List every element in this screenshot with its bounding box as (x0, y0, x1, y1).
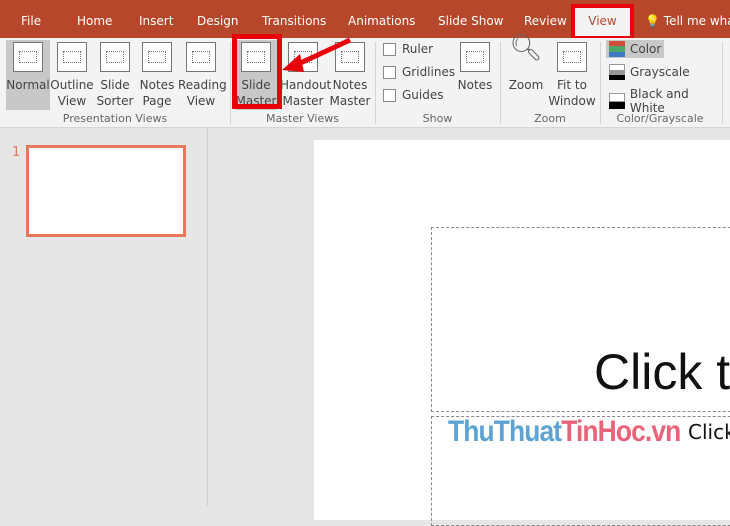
tab-design[interactable]: Design (197, 14, 238, 28)
zoom-button[interactable]: 🔍︎ Zoom (505, 33, 547, 110)
tab-insert[interactable]: Insert (139, 14, 173, 28)
checkbox-box (383, 42, 396, 56)
gridlines-checkbox[interactable]: Gridlines (383, 65, 455, 79)
divider (722, 42, 723, 124)
normal-view-icon (13, 42, 43, 72)
tab-slide-show[interactable]: Slide Show (438, 14, 503, 28)
magnifier-icon: 🔍︎ (509, 33, 543, 63)
notes-page-button[interactable]: Notes Page (136, 40, 178, 110)
checkbox-box (383, 88, 396, 102)
normal-view-button[interactable]: Normal (6, 40, 50, 110)
tab-view[interactable]: View (571, 4, 634, 40)
slide-number: 1 (12, 145, 21, 160)
slide-sorter-icon (100, 42, 130, 72)
ribbon: Normal Outline View Slide Sorter Notes Page… (0, 33, 730, 128)
notes-icon (460, 42, 490, 72)
black-white-swatch-icon (609, 93, 625, 109)
guides-checkbox[interactable]: Guides (383, 88, 444, 102)
outline-view-icon (57, 42, 87, 72)
notes-page-icon (142, 42, 172, 72)
slide-thumbnail[interactable] (26, 145, 186, 237)
grayscale-swatch-icon (609, 64, 625, 81)
lightbulb-icon: 💡 (645, 14, 660, 28)
reading-view-button[interactable]: Reading View (178, 40, 227, 110)
reading-view-icon (186, 42, 216, 72)
tell-me-search[interactable]: 💡 Tell me what (645, 14, 730, 28)
red-arrow-annotation (282, 37, 352, 72)
grayscale-button[interactable]: Grayscale (606, 63, 693, 81)
ruler-checkbox[interactable]: Ruler (383, 42, 433, 56)
outline-view-button[interactable]: Outline View (50, 40, 94, 110)
tab-home[interactable]: Home (77, 14, 112, 28)
tab-review[interactable]: Review (524, 14, 567, 28)
watermark-logo: ThuThuatTinHoc.vn (448, 415, 681, 448)
fit-to-window-icon (557, 42, 587, 72)
notes-button[interactable]: Notes (455, 40, 495, 110)
slide-canvas[interactable]: Click t Click (314, 140, 730, 526)
group-label-show: Show (422, 112, 453, 125)
fit-to-window-button[interactable]: Fit to Window (548, 40, 596, 110)
tab-file[interactable]: File (21, 14, 41, 28)
group-label-master-views: Master Views (266, 112, 339, 125)
checkbox-box (383, 65, 396, 79)
title-placeholder[interactable]: Click t (431, 227, 730, 412)
group-label-zoom: Zoom (534, 112, 566, 125)
color-swatch-icon (609, 41, 625, 57)
color-button[interactable]: Color (606, 40, 665, 58)
tab-animations[interactable]: Animations (348, 14, 415, 28)
highlight-box (232, 34, 282, 109)
group-label-presentation-views: Presentation Views (62, 112, 168, 125)
group-label-color-grayscale: Color/Grayscale (616, 112, 704, 125)
tab-transitions[interactable]: Transitions (262, 14, 326, 28)
slide-sorter-button[interactable]: Slide Sorter (94, 40, 136, 110)
